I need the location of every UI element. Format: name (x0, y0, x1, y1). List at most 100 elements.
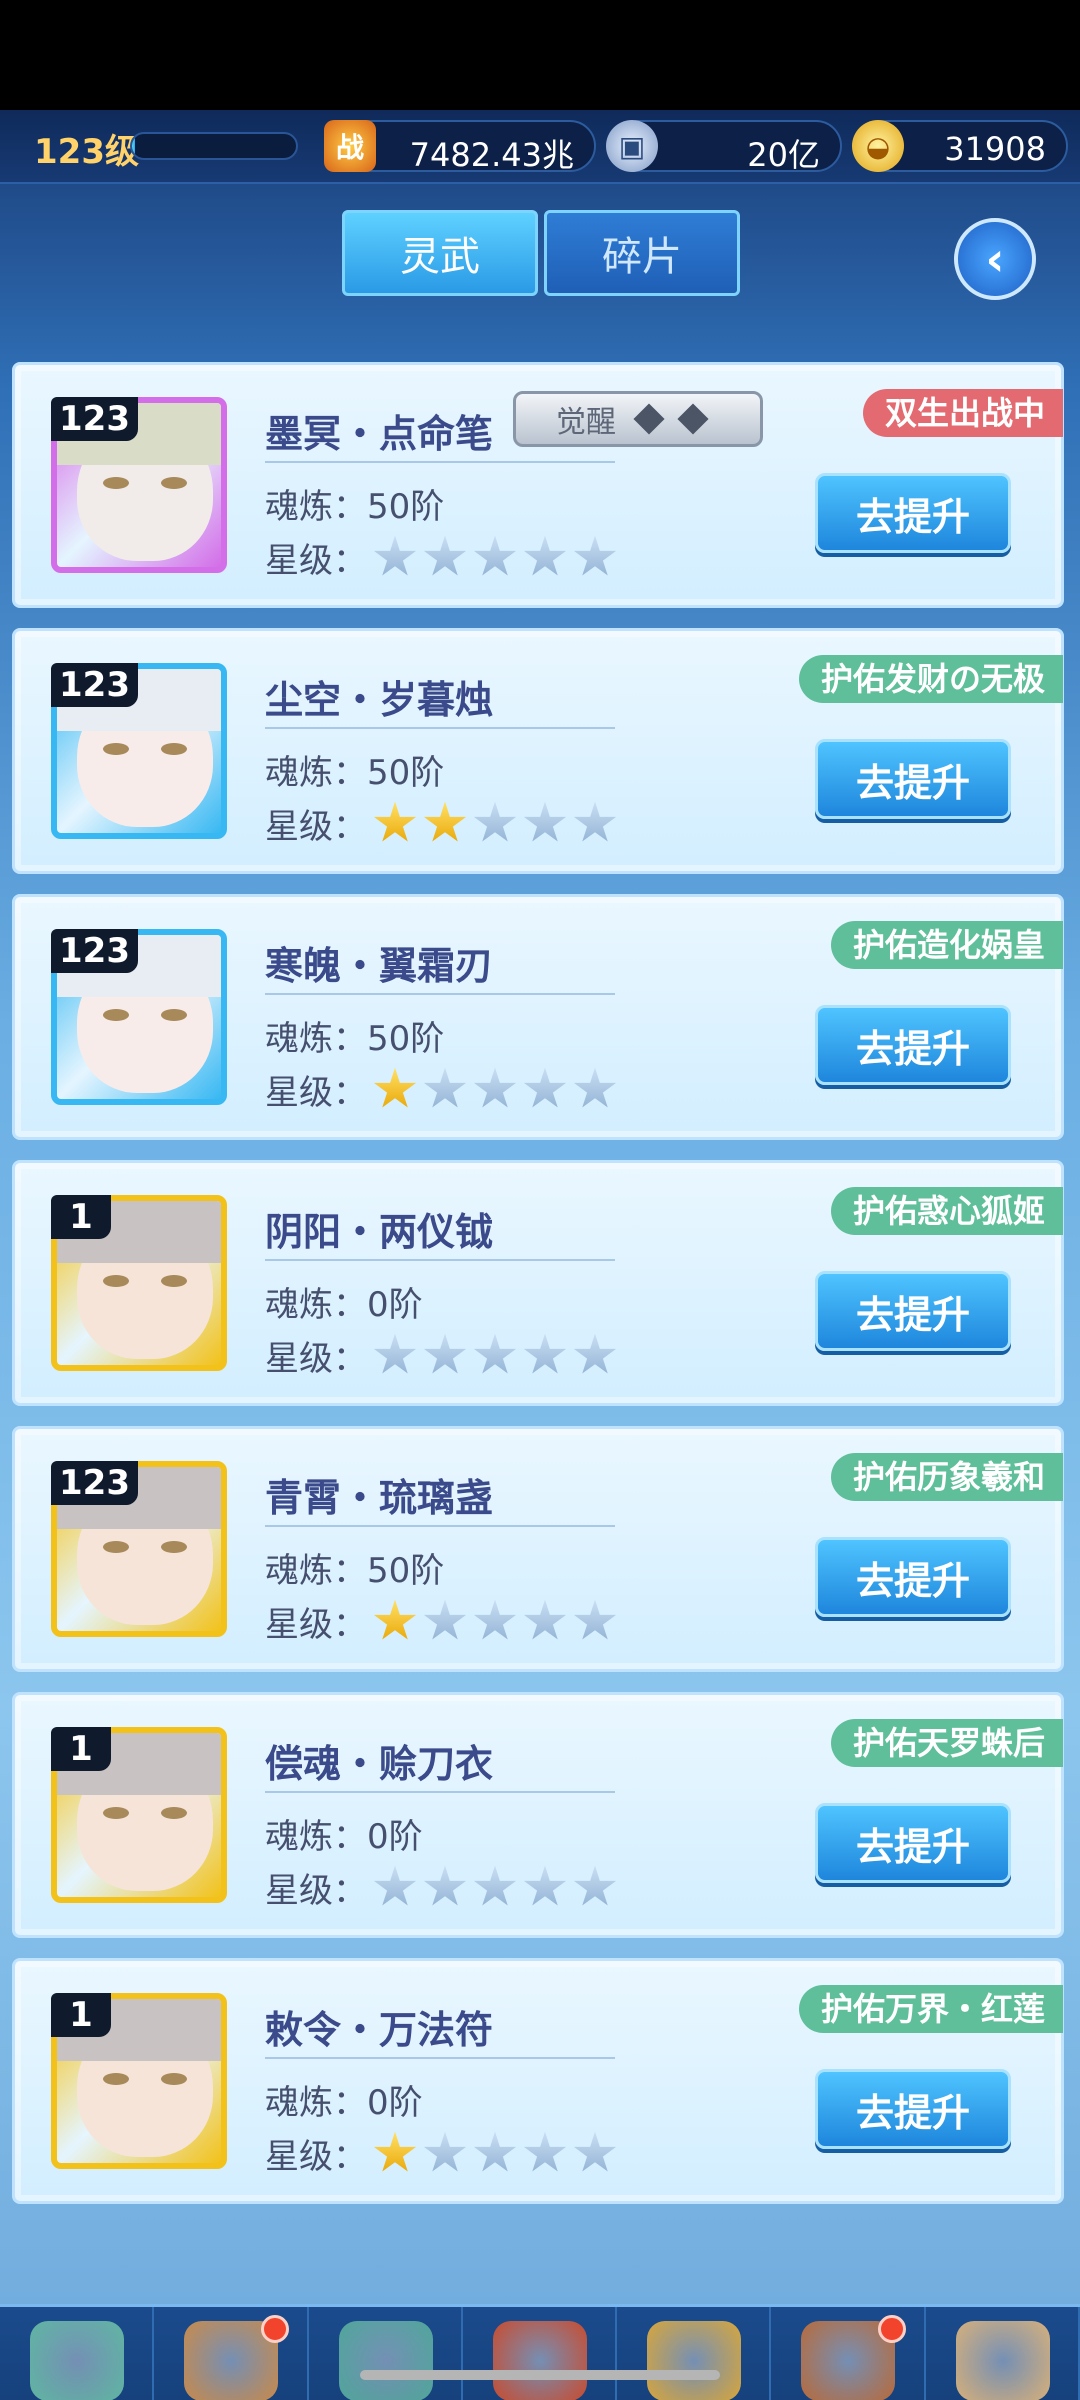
divider (265, 1791, 615, 1793)
training-dragon-icon (338, 2321, 433, 2400)
weapon-card: 1 敕令・万法符 魂炼：0阶 星级： 去提升 护佑万界・红莲 (12, 1958, 1064, 2204)
weapon-card: 123 青霄・琉璃盏 魂炼：50阶 星级： 去提升 护佑历象羲和 (12, 1426, 1064, 1672)
diamond-icon (677, 403, 709, 435)
star-icon (523, 535, 567, 576)
nav-dungeon-gate[interactable]: 副本 (463, 2307, 618, 2400)
upgrade-button[interactable]: 去提升 (815, 473, 1011, 553)
soul-refine-level: 魂炼：0阶 (265, 2083, 423, 2123)
character-eye (161, 1009, 187, 1021)
weapon-level-badge: 123 (51, 397, 138, 441)
nav-battle-crest[interactable]: 斗法 (617, 2307, 772, 2400)
star-label: 星级： (265, 1871, 367, 1911)
star-icon (523, 1865, 567, 1906)
soul-refine-level: 魂炼：50阶 (265, 1019, 445, 1059)
home-indicator[interactable] (360, 2370, 720, 2380)
upgrade-button[interactable]: 去提升 (815, 1005, 1011, 1085)
status-tag: 护佑造化娲皇 (830, 921, 1063, 969)
star-rating: 星级： (265, 2129, 617, 2178)
weapon-card: 1 偿魂・赊刀衣 魂炼：0阶 星级： 去提升 护佑天罗蛛后 (12, 1692, 1064, 1938)
player-level: 123级 (34, 132, 139, 172)
star-icon (523, 1333, 567, 1374)
weapon-level-badge: 1 (51, 1727, 111, 1771)
game-screen: 123级 战 7482.43兆 ▣ 20亿 ◒ 31908 灵武 碎片 ‹ 12… (0, 110, 1080, 2400)
character-eye (161, 743, 187, 755)
character-eye (161, 1275, 187, 1287)
star-icon (423, 1333, 467, 1374)
star-icon (423, 1865, 467, 1906)
star-icon (423, 801, 467, 842)
weapon-card: 1 阴阳・两仪钺 魂炼：0阶 星级： 去提升 护佑惑心狐姬 (12, 1160, 1064, 1406)
status-tag: 护佑万界・红莲 (798, 1985, 1063, 2033)
star-icon (573, 1333, 617, 1374)
nav-backpack[interactable]: 背包 (771, 2307, 926, 2400)
star-icon (523, 1599, 567, 1640)
weapon-card: 123 寒魄・翼霜刃魂炼：50阶 星级： 去提升 护佑造化娲皇 (12, 894, 1064, 1140)
coin-icon: ▣ (606, 120, 658, 172)
character-eye (103, 2073, 129, 2085)
silver-currency[interactable]: ▣ 20亿 (606, 120, 842, 174)
star-icon (473, 1333, 517, 1374)
gold-ingot-icon: ◒ (852, 120, 904, 172)
upgrade-button[interactable]: 去提升 (815, 1537, 1011, 1617)
gold-currency[interactable]: ◒ 31908 (852, 120, 1068, 172)
star-icon (373, 1067, 417, 1108)
notification-dot (260, 2315, 289, 2343)
star-icon (473, 2131, 517, 2172)
divider (265, 461, 615, 463)
star-label: 星级： (265, 541, 367, 581)
star-icon (473, 1865, 517, 1906)
character-eye (161, 2073, 187, 2085)
nav-scroll-quest[interactable]: 寻仙 (926, 2307, 1080, 2400)
home-island-icon (30, 2321, 124, 2400)
character-eye (103, 1541, 129, 1553)
weapon-level-badge: 123 (51, 929, 138, 973)
divider (265, 1525, 615, 1527)
divider (265, 1259, 615, 1261)
star-icon (373, 2131, 417, 2172)
tab-lingwu[interactable]: 灵武 (342, 210, 538, 296)
combat-power: 战 7482.43兆 (324, 120, 596, 174)
status-tag: 护佑惑心狐姬 (830, 1187, 1063, 1235)
tab-suipian[interactable]: 碎片 (544, 210, 740, 296)
character-eye (103, 743, 129, 755)
star-icon (573, 801, 617, 842)
character-eye (103, 477, 129, 489)
weapon-list: 123 墨冥・点命笔 魂炼：50阶 星级： 去提升 双生出战中 觉醒 123 尘空・岁暮烛 魂炼… (12, 362, 1064, 2224)
star-icon (473, 801, 517, 842)
upgrade-button[interactable]: 去提升 (815, 739, 1011, 819)
dungeon-gate-icon (492, 2321, 587, 2400)
star-label: 星级： (265, 1339, 367, 1379)
weapon-name: 寒魄・翼霜刃 (265, 944, 494, 988)
star-icon (373, 1333, 417, 1374)
star-rating: 星级： (265, 1597, 617, 1646)
upgrade-button[interactable]: 去提升 (815, 1803, 1011, 1883)
soul-refine-level: 魂炼：0阶 (265, 1285, 423, 1325)
character-eye (103, 1807, 129, 1819)
divider (265, 727, 615, 729)
star-icon (423, 1067, 467, 1108)
weapon-name: 阴阳・两仪钺 (265, 1210, 494, 1254)
divider (265, 2057, 615, 2059)
star-label: 星级： (265, 2137, 367, 2177)
star-icon (573, 2131, 617, 2172)
notification-dot (877, 2315, 906, 2343)
upgrade-button[interactable]: 去提升 (815, 2069, 1011, 2149)
star-icon (473, 1067, 517, 1108)
character-eye (161, 477, 187, 489)
awakened-badge: 觉醒 (513, 391, 763, 447)
star-icon (523, 801, 567, 842)
back-button[interactable]: ‹ (954, 218, 1036, 300)
nav-lineup-cards[interactable]: 阵容 (154, 2307, 309, 2400)
nav-training-dragon[interactable]: 历练 (309, 2307, 463, 2400)
weapon-name: 墨冥・点命笔 (265, 412, 494, 456)
star-icon (523, 1067, 567, 1108)
star-label: 星级： (265, 1073, 367, 1113)
bottom-navigation: 首页 阵容 历练 副本 斗法 背包 寻仙 (0, 2304, 1080, 2400)
star-icon (423, 1599, 467, 1640)
xp-bar (130, 132, 298, 160)
silver-value: 20亿 (747, 136, 820, 174)
star-label: 星级： (265, 807, 367, 847)
nav-home-island[interactable]: 首页 (0, 2307, 155, 2400)
upgrade-button[interactable]: 去提升 (815, 1271, 1011, 1351)
gold-value: 31908 (944, 130, 1046, 168)
